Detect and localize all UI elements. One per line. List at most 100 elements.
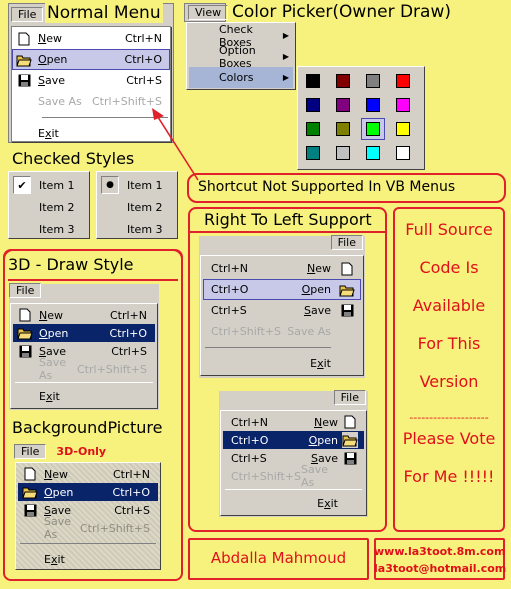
full-source-line: Version [419, 372, 479, 391]
color-swatch-fill [366, 146, 380, 160]
menu-item-save[interactable]: Ctrl+S Save [203, 300, 361, 321]
color-swatch[interactable] [391, 118, 415, 140]
menu-item-save-as[interactable]: Save As Ctrl+Shift+S [13, 356, 155, 382]
menu-item-save[interactable]: Save Ctrl+S [13, 342, 155, 360]
normal-menu-dropdown: New Ctrl+N Open Ctrl+O Save Ctrl+S Save … [11, 26, 171, 142]
checked-item-2[interactable]: Item 2 [11, 196, 87, 218]
radio-item-2[interactable]: Item 2 [99, 196, 175, 218]
color-swatch[interactable] [361, 94, 385, 116]
color-swatch-fill [396, 122, 410, 136]
color-swatch-fill [366, 122, 380, 136]
save-as-label: Save As [39, 356, 67, 382]
file-menu-button[interactable]: File [9, 283, 42, 298]
menu-item-new[interactable]: Ctrl+N New [203, 258, 361, 279]
checked-item-1[interactable]: ✔ Item 1 [11, 174, 87, 196]
shortcut-label: Ctrl+N [211, 262, 249, 275]
menu-item-save-as[interactable]: Ctrl+Shift+S Save As [223, 463, 364, 489]
checked-item-label: Item 2 [39, 200, 75, 214]
radio-dot-icon: ● [101, 176, 119, 194]
color-swatch[interactable] [331, 70, 355, 92]
color-swatch[interactable] [391, 142, 415, 164]
vote-line: Please Vote [402, 429, 496, 448]
color-swatch[interactable] [331, 94, 355, 116]
color-swatch[interactable] [361, 70, 385, 92]
color-swatch[interactable] [301, 94, 325, 116]
menu-item-exit[interactable]: Exit [13, 387, 155, 405]
menu-item-exit[interactable]: Exit [12, 123, 170, 144]
menu-item-new[interactable]: New Ctrl+N [13, 306, 155, 324]
menu-item-save-as[interactable]: Ctrl+Shift+S Save As [203, 321, 361, 342]
menu-item-open[interactable]: Ctrl+O Open [203, 279, 361, 300]
menu-item-new[interactable]: New Ctrl+N [12, 28, 170, 49]
menu-item-exit[interactable]: Exit [18, 550, 158, 568]
draw3d-dropdown: New Ctrl+N Open Ctrl+O Save Ctrl+S Save As C… [10, 303, 158, 409]
color-swatch[interactable] [391, 70, 415, 92]
color-swatch[interactable] [331, 118, 355, 140]
file-menu-button[interactable]: File [14, 443, 47, 459]
menu-item-save-as[interactable]: Save As Ctrl+Shift+S [18, 515, 158, 541]
menu-item-open[interactable]: Open Ctrl+O [18, 483, 158, 501]
shortcut-label: Ctrl+S [111, 344, 147, 358]
checkmark-icon: ✔ [13, 176, 31, 194]
menu-item-save-label: Save [38, 74, 66, 87]
color-swatch-fill [336, 98, 350, 112]
full-source-line: Full Source [405, 220, 493, 239]
save-disk-icon [22, 502, 38, 518]
menu-item-open-shortcut: Ctrl+O [124, 53, 162, 66]
save-disk-icon [16, 73, 32, 89]
menu-separator [15, 382, 153, 383]
contact-email[interactable]: la3toot@hotmail.com [374, 562, 506, 575]
full-source-line: Code Is [419, 258, 479, 277]
radio-item-1[interactable]: ● Item 1 [99, 174, 175, 196]
view-menu-button[interactable]: View [188, 5, 229, 20]
new-file-icon [22, 466, 38, 482]
menu-item-new-label: New [314, 415, 338, 429]
file-menu-button[interactable]: File [333, 390, 366, 405]
menu-item-save-as[interactable]: Save As Ctrl+Shift+S [12, 91, 170, 112]
file-menu-button[interactable]: File [330, 235, 363, 250]
submenu-arrow-icon: ▶ [282, 31, 289, 40]
rtl-demo-2: File Ctrl+N New Ctrl+O Open Ctrl+S Save Ctr… [219, 390, 368, 517]
submenu-arrow-icon: ▶ [282, 73, 289, 82]
menu-item-save[interactable]: Save Ctrl+S [18, 501, 158, 519]
color-swatch[interactable] [361, 142, 385, 164]
file-menu-button[interactable]: File [11, 7, 44, 22]
open-folder-icon [342, 432, 358, 448]
full-source-line: Available [412, 296, 486, 315]
menu-item-open[interactable]: Open Ctrl+O [13, 324, 155, 342]
checked-item-3[interactable]: Item 3 [11, 218, 87, 240]
save-as-label: Save As [287, 325, 331, 338]
color-swatch-fill [306, 122, 320, 136]
menu-item-new[interactable]: New Ctrl+N [18, 465, 158, 483]
new-file-icon [16, 31, 32, 47]
menu-item-new[interactable]: Ctrl+N New [223, 413, 364, 431]
color-swatch[interactable] [331, 142, 355, 164]
menu-item-open[interactable]: Open Ctrl+O [12, 49, 170, 70]
shortcut-label: Ctrl+S [211, 304, 247, 317]
color-swatch[interactable] [301, 142, 325, 164]
color-swatch-fill [366, 74, 380, 88]
vote-line: For Me !!!!! [403, 467, 495, 486]
menu-item-option-boxes[interactable]: Option Boxes ▶ [189, 44, 293, 70]
color-swatch[interactable] [301, 70, 325, 92]
contact-web[interactable]: www.la3toot.8m.com [374, 545, 505, 558]
save-as-label: Save As [44, 515, 72, 541]
color-swatch[interactable] [361, 118, 385, 140]
checked-menu-2: ● Item 1 Item 2 Item 3 [96, 171, 178, 239]
new-file-icon [342, 414, 358, 430]
menu-item-colors[interactable]: Colors ▶ [189, 67, 293, 88]
color-swatch[interactable] [301, 118, 325, 140]
color-swatch-fill [396, 146, 410, 160]
menu-item-open-label: Open [301, 283, 331, 296]
shortcut-label: Ctrl+N [109, 308, 147, 322]
menu-item-exit[interactable]: Exit [203, 353, 361, 374]
color-swatch[interactable] [391, 94, 415, 116]
open-folder-icon [17, 325, 33, 341]
menu-item-save-label: Save [303, 304, 331, 317]
radio-item-3[interactable]: Item 3 [99, 218, 175, 240]
menu-item-save[interactable]: Ctrl+S Save [223, 449, 364, 467]
menu-item-save[interactable]: Save Ctrl+S [12, 70, 170, 91]
menu-item-open[interactable]: Ctrl+O Open [223, 431, 364, 449]
menu-item-exit[interactable]: Exit [223, 494, 364, 512]
color-swatch-fill [396, 98, 410, 112]
